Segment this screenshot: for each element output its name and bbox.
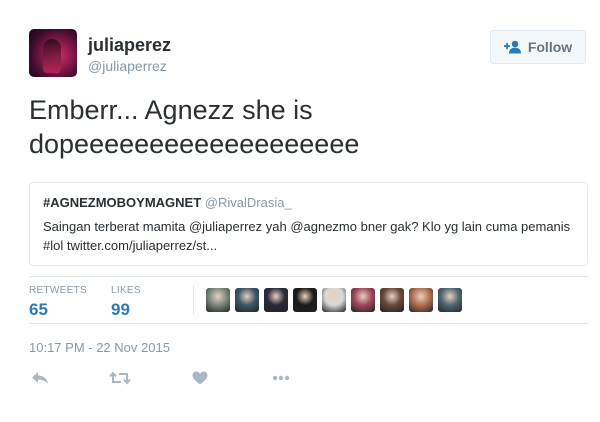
liker-avatar[interactable] bbox=[264, 288, 288, 312]
quoted-tweet-author: #AGNEZMOBOYMAGNET bbox=[43, 195, 202, 210]
retweets-stat[interactable]: RETWEETS 65 bbox=[29, 285, 87, 320]
reply-icon bbox=[32, 372, 48, 384]
stats-divider bbox=[193, 285, 194, 315]
likers-avatars bbox=[206, 288, 462, 312]
add-user-icon bbox=[503, 40, 521, 54]
like-icon bbox=[192, 371, 208, 385]
quoted-tweet-handle: @RivalDrasia_ bbox=[204, 195, 292, 210]
reply-button[interactable] bbox=[29, 368, 51, 388]
retweet-icon bbox=[109, 371, 131, 385]
likes-stat[interactable]: LIKES 99 bbox=[111, 285, 141, 320]
more-button[interactable] bbox=[270, 368, 292, 388]
retweets-label: RETWEETS bbox=[29, 285, 87, 296]
likes-count: 99 bbox=[111, 300, 130, 319]
liker-avatar[interactable] bbox=[380, 288, 404, 312]
retweets-count: 65 bbox=[29, 300, 48, 319]
follow-button[interactable]: Follow bbox=[490, 30, 586, 64]
retweet-button[interactable] bbox=[109, 368, 131, 388]
liker-avatar[interactable] bbox=[351, 288, 375, 312]
liker-avatar[interactable] bbox=[438, 288, 462, 312]
liker-avatar[interactable] bbox=[235, 288, 259, 312]
liker-avatar[interactable] bbox=[206, 288, 230, 312]
more-icon bbox=[272, 375, 290, 381]
quoted-tweet[interactable]: #AGNEZMOBOYMAGNET @RivalDrasia_ Saingan … bbox=[29, 182, 588, 266]
quoted-tweet-text: Saingan terberat mamita @juliaperrez yah… bbox=[43, 219, 571, 253]
tweet-timestamp[interactable]: 10:17 PM - 22 Nov 2015 bbox=[29, 340, 170, 355]
display-name[interactable]: juliaperez bbox=[88, 35, 171, 56]
tweet-stats: RETWEETS 65 LIKES 99 bbox=[29, 276, 588, 324]
follow-button-label: Follow bbox=[527, 39, 573, 55]
user-handle[interactable]: @juliaperrez bbox=[88, 58, 167, 74]
liker-avatar[interactable] bbox=[293, 288, 317, 312]
liker-avatar[interactable] bbox=[322, 288, 346, 312]
like-button[interactable] bbox=[189, 368, 211, 388]
tweet-text: Emberr... Agnezz she is dopeeeeeeeeeeeee… bbox=[29, 95, 360, 159]
avatar-figure bbox=[43, 39, 61, 73]
quoted-tweet-header: #AGNEZMOBOYMAGNET @RivalDrasia_ bbox=[43, 195, 574, 211]
likes-label: LIKES bbox=[111, 285, 141, 296]
liker-avatar[interactable] bbox=[409, 288, 433, 312]
profile-avatar[interactable] bbox=[29, 29, 77, 77]
